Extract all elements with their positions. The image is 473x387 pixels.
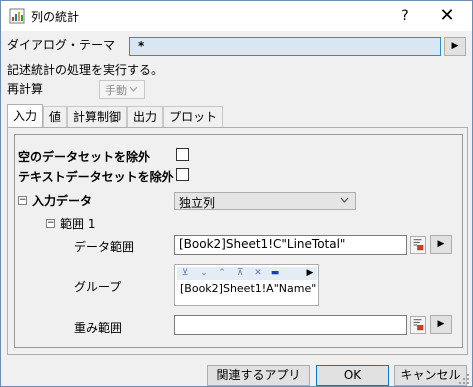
tab-compute-control[interactable]: 計算制御 xyxy=(67,106,128,128)
help-button[interactable]: ? xyxy=(385,5,425,27)
related-apps-button[interactable]: 関連するアプリ xyxy=(207,365,310,386)
theme-input[interactable]: * xyxy=(129,37,441,56)
weight-range-input[interactable] xyxy=(174,315,407,335)
dialog-window: 列の統計 ? ✕ ダイアログ・テーマ * ▶ 記述統計の処理を実行する。 再計算… xyxy=(0,0,473,387)
play-arrow-icon[interactable]: ▶ xyxy=(305,267,315,279)
move-top-icon[interactable]: ⊼ xyxy=(235,267,245,279)
data-range-input[interactable]: [Book2]Sheet1!C"LineTotal" xyxy=(174,235,407,255)
remove-icon[interactable]: ✕ xyxy=(253,267,263,279)
collapse-icon[interactable]: − xyxy=(46,219,55,228)
weight-range-menu-button[interactable]: ▶ xyxy=(430,315,452,334)
tab-output[interactable]: 出力 xyxy=(127,106,164,128)
play-arrow-icon: ▶ xyxy=(451,41,459,51)
chevron-down-icon xyxy=(129,86,138,92)
tab-bar: 入力 値 計算制御 出力 プロット xyxy=(7,104,224,128)
origin-app-icon xyxy=(9,8,25,24)
resize-grip-icon[interactable] xyxy=(458,373,470,385)
collapse-icon[interactable]: − xyxy=(18,196,27,205)
group-item[interactable]: [Book2]Sheet1!A"Name" xyxy=(180,282,316,295)
theme-label: ダイアログ・テーマ xyxy=(7,38,116,52)
exclude-text-label: テキストデータセットを除外 xyxy=(18,170,174,184)
tab-plot[interactable]: プロット xyxy=(163,106,224,128)
close-button[interactable]: ✕ xyxy=(427,5,467,27)
description-text: 記述統計の処理を実行する。 xyxy=(7,63,164,77)
input-data-label: 入力データ xyxy=(32,194,93,208)
exclude-text-checkbox[interactable] xyxy=(176,168,189,181)
range-label: 範囲 1 xyxy=(60,217,96,231)
data-range-menu-button[interactable]: ▶ xyxy=(430,235,452,254)
exclude-empty-checkbox[interactable] xyxy=(176,148,189,161)
recalc-select[interactable]: 手動 xyxy=(99,80,145,99)
select-range-icon[interactable] xyxy=(410,236,426,254)
play-arrow-icon: ▶ xyxy=(437,239,445,249)
title-bar: 列の統計 ? ✕ xyxy=(1,1,472,31)
input-data-select[interactable]: 独立列 xyxy=(174,192,356,210)
group-list[interactable]: ⊻ ⌄ ⌃ ⊼ ✕ ▬ ▶ [Book2]Sheet1!A"Name" xyxy=(174,264,319,306)
tab-input[interactable]: 入力 xyxy=(7,104,44,128)
data-range-label: データ範囲 xyxy=(74,240,135,254)
add-icon[interactable]: ▬ xyxy=(270,267,280,279)
chevron-down-icon xyxy=(340,197,349,203)
move-up-icon[interactable]: ⌃ xyxy=(217,267,227,279)
select-range-icon[interactable] xyxy=(410,316,426,334)
move-down-icon[interactable]: ⌄ xyxy=(199,267,209,279)
window-title: 列の統計 xyxy=(31,10,80,24)
play-arrow-icon: ▶ xyxy=(437,319,445,329)
move-bottom-icon[interactable]: ⊻ xyxy=(180,267,190,279)
group-label: グループ xyxy=(74,280,122,294)
group-toolbar: ⊻ ⌄ ⌃ ⊼ ✕ ▬ ▶ xyxy=(177,267,317,280)
theme-menu-button[interactable]: ▶ xyxy=(444,37,466,56)
ok-button[interactable]: OK xyxy=(316,365,389,386)
exclude-empty-label: 空のデータセットを除外 xyxy=(18,150,151,164)
tab-values[interactable]: 値 xyxy=(43,106,68,128)
cancel-button[interactable]: キャンセル xyxy=(394,365,467,386)
weight-range-label: 重み範囲 xyxy=(74,321,123,335)
recalc-label: 再計算 xyxy=(7,82,44,96)
